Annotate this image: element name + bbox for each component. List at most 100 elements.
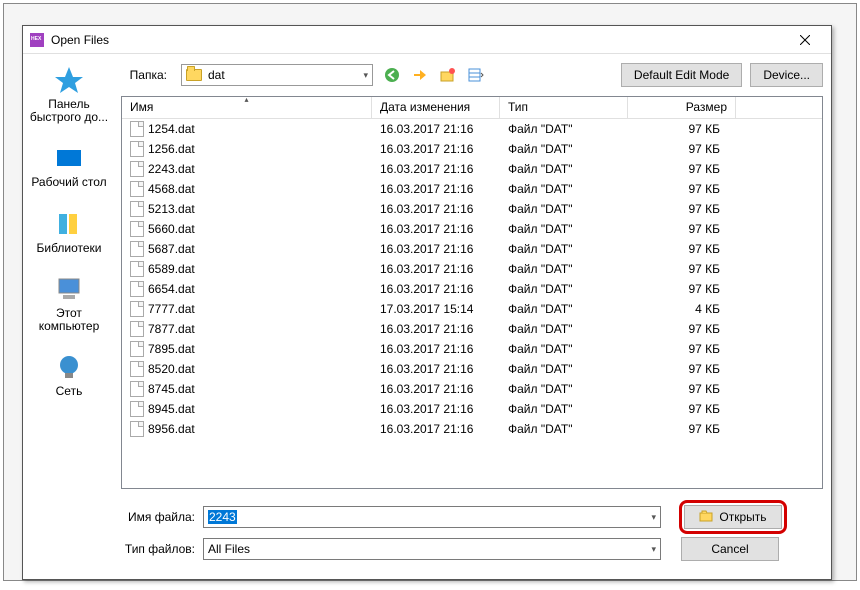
toolbar: Папка: dat ▾ Default Edit Mode Device...: [115, 60, 823, 90]
file-size: 97 КБ: [628, 282, 736, 296]
filetype-label: Тип файлов:: [121, 542, 203, 556]
file-size: 97 КБ: [628, 202, 736, 216]
file-date: 16.03.2017 21:16: [372, 282, 500, 296]
file-date: 16.03.2017 21:16: [372, 262, 500, 276]
file-icon: [130, 301, 144, 317]
file-row[interactable]: 5213.dat16.03.2017 21:16Файл "DAT"97 КБ: [122, 199, 822, 219]
place-quick-access[interactable]: Панель быстрого до...: [30, 64, 108, 124]
star-icon: [53, 64, 85, 96]
file-row[interactable]: 6589.dat16.03.2017 21:16Файл "DAT"97 КБ: [122, 259, 822, 279]
file-icon: [130, 141, 144, 157]
back-button[interactable]: [381, 64, 403, 86]
folder-select[interactable]: dat ▾: [181, 64, 373, 86]
device-button[interactable]: Device...: [750, 63, 823, 87]
file-size: 97 КБ: [628, 162, 736, 176]
file-type: Файл "DAT": [500, 282, 628, 296]
file-date: 16.03.2017 21:16: [372, 142, 500, 156]
file-icon: [130, 201, 144, 217]
file-date: 17.03.2017 15:14: [372, 302, 500, 316]
file-date: 16.03.2017 21:16: [372, 202, 500, 216]
chevron-down-icon: ▾: [651, 544, 656, 555]
network-icon: [53, 351, 85, 383]
filetype-select[interactable]: All Files ▾: [203, 538, 661, 560]
file-name: 8956.dat: [148, 422, 195, 436]
file-name: 1256.dat: [148, 142, 195, 156]
file-size: 97 КБ: [628, 222, 736, 236]
column-type[interactable]: Тип: [500, 97, 628, 118]
place-network[interactable]: Сеть: [53, 351, 85, 398]
file-size: 97 КБ: [628, 422, 736, 436]
titlebar: HEX Open Files: [23, 26, 831, 54]
default-edit-mode-button[interactable]: Default Edit Mode: [621, 63, 742, 87]
file-type: Файл "DAT": [500, 302, 628, 316]
file-row[interactable]: 5687.dat16.03.2017 21:16Файл "DAT"97 КБ: [122, 239, 822, 259]
file-row[interactable]: 8956.dat16.03.2017 21:16Файл "DAT"97 КБ: [122, 419, 822, 439]
file-size: 97 КБ: [628, 142, 736, 156]
place-libraries[interactable]: Библиотеки: [36, 208, 101, 255]
open-folder-icon: [699, 509, 715, 526]
file-type: Файл "DAT": [500, 342, 628, 356]
file-size: 97 КБ: [628, 382, 736, 396]
file-name: 1254.dat: [148, 122, 195, 136]
file-icon: [130, 181, 144, 197]
file-row[interactable]: 7777.dat17.03.2017 15:14Файл "DAT"4 КБ: [122, 299, 822, 319]
file-row[interactable]: 7895.dat16.03.2017 21:16Файл "DAT"97 КБ: [122, 339, 822, 359]
file-size: 97 КБ: [628, 362, 736, 376]
svg-text:HEX: HEX: [31, 36, 42, 42]
open-button-highlight: Открыть: [679, 500, 787, 534]
file-date: 16.03.2017 21:16: [372, 122, 500, 136]
file-date: 16.03.2017 21:16: [372, 382, 500, 396]
libraries-icon: [53, 208, 85, 240]
new-folder-button[interactable]: [437, 64, 459, 86]
file-name: 2243.dat: [148, 162, 195, 176]
place-label: Этот компьютер: [39, 307, 100, 333]
file-icon: [130, 281, 144, 297]
file-size: 97 КБ: [628, 262, 736, 276]
column-size[interactable]: Размер: [628, 97, 736, 118]
filename-input[interactable]: 2243 ▾: [203, 506, 661, 528]
open-button[interactable]: Открыть: [684, 505, 782, 529]
place-label: Библиотеки: [36, 242, 101, 255]
file-type: Файл "DAT": [500, 262, 628, 276]
filename-value: 2243: [208, 510, 237, 524]
place-label: Панель быстрого до...: [30, 98, 108, 124]
file-row[interactable]: 5660.dat16.03.2017 21:16Файл "DAT"97 КБ: [122, 219, 822, 239]
file-size: 97 КБ: [628, 322, 736, 336]
file-row[interactable]: 8745.dat16.03.2017 21:16Файл "DAT"97 КБ: [122, 379, 822, 399]
filename-label: Имя файла:: [121, 510, 203, 524]
folder-value: dat: [208, 68, 225, 82]
file-date: 16.03.2017 21:16: [372, 222, 500, 236]
file-date: 16.03.2017 21:16: [372, 242, 500, 256]
file-name: 5687.dat: [148, 242, 195, 256]
file-row[interactable]: 8520.dat16.03.2017 21:16Файл "DAT"97 КБ: [122, 359, 822, 379]
sort-asc-icon: ▴: [244, 96, 248, 104]
file-row[interactable]: 6654.dat16.03.2017 21:16Файл "DAT"97 КБ: [122, 279, 822, 299]
desktop-icon: [53, 142, 85, 174]
file-name: 7877.dat: [148, 322, 195, 336]
file-type: Файл "DAT": [500, 242, 628, 256]
open-file-dialog: HEX Open Files Панель быстрого до... Раб…: [22, 25, 832, 580]
cancel-button[interactable]: Cancel: [681, 537, 779, 561]
close-button[interactable]: [785, 28, 825, 52]
place-desktop[interactable]: Рабочий стол: [31, 142, 106, 189]
file-row[interactable]: 1254.dat 16.03.2017 21:16Файл "DAT"97 КБ: [122, 119, 822, 139]
views-button[interactable]: [465, 64, 487, 86]
up-button[interactable]: [409, 64, 431, 86]
places-bar: Панель быстрого до... Рабочий стол Библи…: [23, 54, 115, 579]
file-size: 97 КБ: [628, 122, 736, 136]
column-name[interactable]: Имя▴: [122, 97, 372, 118]
file-type: Файл "DAT": [500, 362, 628, 376]
file-type: Файл "DAT": [500, 122, 628, 136]
column-date[interactable]: Дата изменения: [372, 97, 500, 118]
folder-label: Папка:: [121, 68, 173, 82]
file-list: Имя▴ Дата изменения Тип Размер 1254.dat1…: [121, 96, 823, 489]
file-icon: [130, 421, 144, 437]
file-row[interactable]: 4568.dat16.03.2017 21:16Файл "DAT"97 КБ: [122, 179, 822, 199]
file-row[interactable]: 1256.dat16.03.2017 21:16Файл "DAT"97 КБ: [122, 139, 822, 159]
file-icon: [130, 341, 144, 357]
file-row[interactable]: 8945.dat16.03.2017 21:16Файл "DAT"97 КБ: [122, 399, 822, 419]
file-date: 16.03.2017 21:16: [372, 182, 500, 196]
file-row[interactable]: 2243.dat16.03.2017 21:16Файл "DAT"97 КБ: [122, 159, 822, 179]
file-row[interactable]: 7877.dat16.03.2017 21:16Файл "DAT"97 КБ: [122, 319, 822, 339]
place-this-pc[interactable]: Этот компьютер: [39, 273, 100, 333]
